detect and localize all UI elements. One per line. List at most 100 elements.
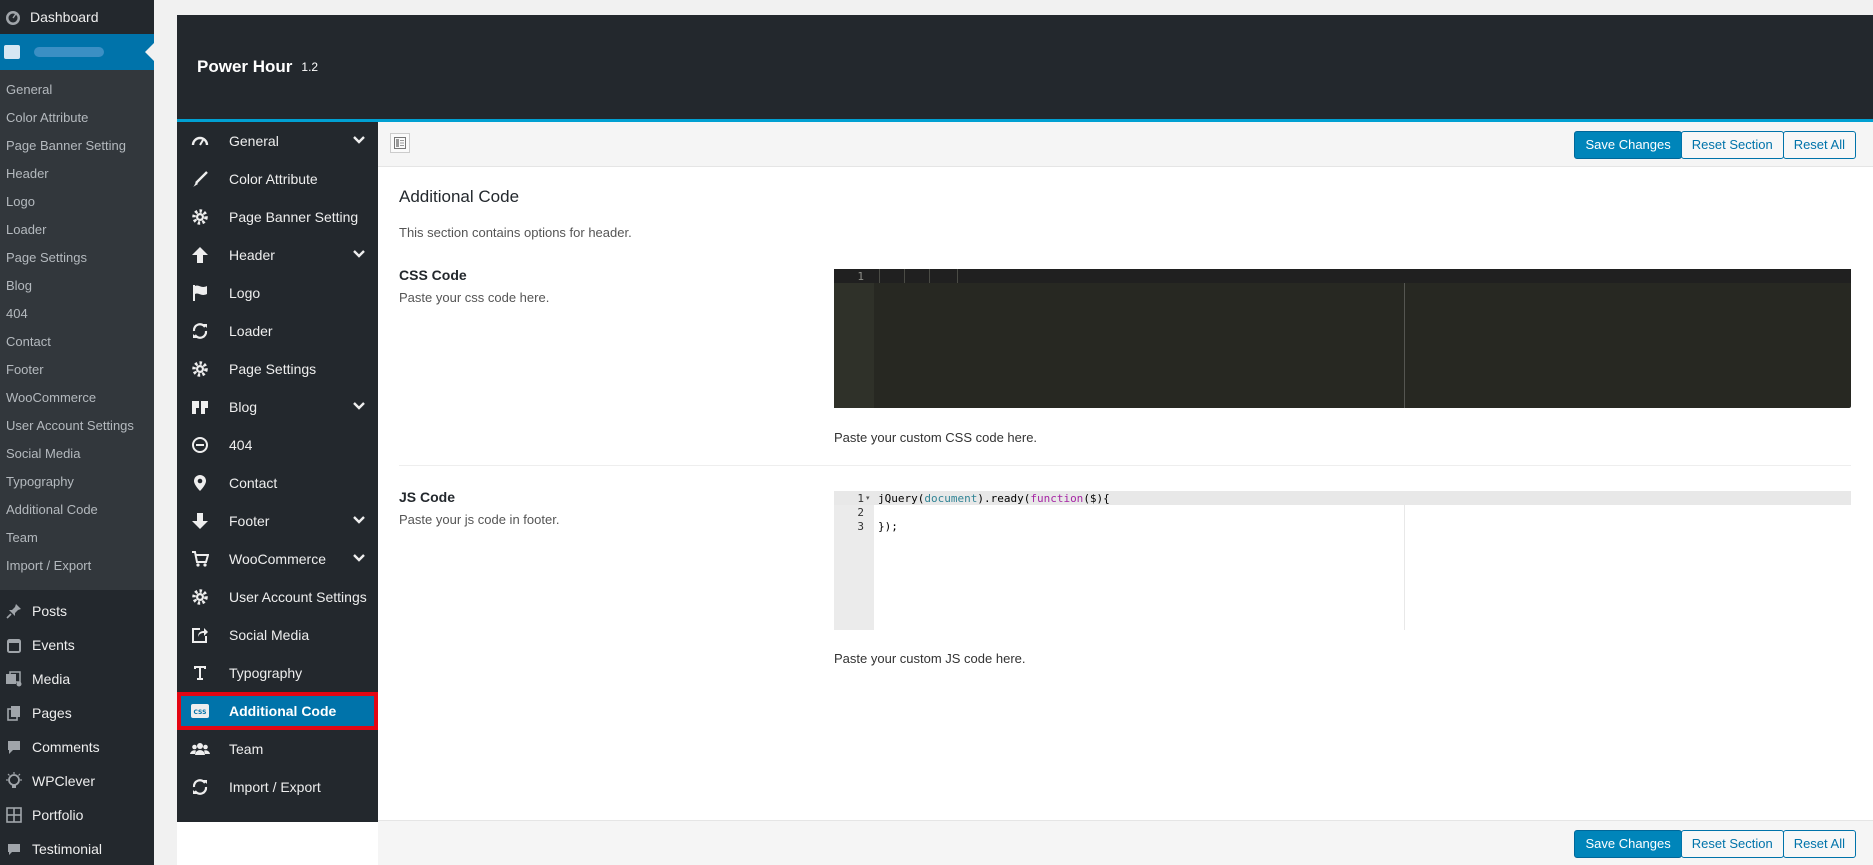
portfolio-icon: [4, 805, 24, 825]
menu-item[interactable]: Comments: [0, 730, 154, 764]
options-menu-item[interactable]: Page Settings: [177, 350, 378, 388]
options-menu-item[interactable]: Social Media: [177, 616, 378, 654]
group-icon: [189, 738, 211, 760]
options-menu-item[interactable]: Page Banner Setting: [177, 198, 378, 236]
submenu-item[interactable]: Additional Code: [0, 496, 154, 524]
indent-guide: [904, 269, 905, 283]
share-icon: [189, 624, 211, 646]
css-icon: CSS: [189, 700, 211, 722]
options-menu-item[interactable]: Header: [177, 236, 378, 274]
options-menu-item[interactable]: Logo: [177, 274, 378, 312]
options-menu-item[interactable]: WooCommerce: [177, 540, 378, 578]
menu-item[interactable]: Media: [0, 662, 154, 696]
theme-options-icon: [4, 45, 20, 59]
menu-item[interactable]: WPClever: [0, 764, 154, 798]
options-menu-item[interactable]: CSS Additional Code: [177, 692, 378, 730]
submenu-item[interactable]: Header: [0, 160, 154, 188]
chevron-down-icon[interactable]: [352, 551, 366, 568]
options-menu-item[interactable]: User Account Settings: [177, 578, 378, 616]
chevron-down-icon[interactable]: [352, 513, 366, 530]
section-additional-code: Additional Code This section contains op…: [378, 187, 1873, 666]
options-menu-item[interactable]: Team: [177, 730, 378, 768]
media-icon: [4, 669, 24, 689]
menu-item-label: Posts: [32, 603, 68, 619]
gear-icon: [189, 206, 211, 228]
menu-item-label: Pages: [32, 705, 72, 721]
options-menu-item[interactable]: Color Attribute: [177, 160, 378, 198]
options-menu-label: Contact: [229, 475, 278, 491]
submenu-item[interactable]: Logo: [0, 188, 154, 216]
options-menu-item[interactable]: 404: [177, 426, 378, 464]
quote-icon: [189, 396, 211, 418]
options-menu-label: WooCommerce: [229, 551, 326, 567]
menu-item[interactable]: Portfolio: [0, 798, 154, 832]
menu-item-label: Testimonial: [32, 841, 103, 857]
options-menu-item[interactable]: Blog: [177, 388, 378, 426]
testimonial-icon: [4, 839, 24, 859]
js-line-number: 2: [857, 506, 864, 519]
chevron-down-icon[interactable]: [352, 399, 366, 416]
reset-all-button[interactable]: Reset All: [1782, 830, 1856, 858]
menu-item-label: Comments: [32, 739, 100, 755]
reset-all-button[interactable]: Reset All: [1782, 131, 1856, 159]
submenu-item[interactable]: Import / Export: [0, 552, 154, 580]
options-menu-item[interactable]: General: [177, 122, 378, 160]
save-changes-button[interactable]: Save Changes: [1574, 131, 1682, 159]
fold-arrow-icon[interactable]: ▾: [866, 494, 870, 502]
menu-item[interactable]: Events: [0, 628, 154, 662]
js-code-line-1: jQuery(document).ready(function($){: [878, 492, 1110, 505]
comments-icon: [4, 737, 24, 757]
reset-section-button[interactable]: Reset Section: [1680, 131, 1784, 159]
chevron-down-icon[interactable]: [352, 247, 366, 264]
submenu-item[interactable]: General: [0, 76, 154, 104]
submenu-item[interactable]: Page Banner Setting: [0, 132, 154, 160]
options-menu-item[interactable]: Loader: [177, 312, 378, 350]
menu-item[interactable]: Posts: [0, 594, 154, 628]
admin-menu-items: Posts Events Media Pages Comments WPClever Por…: [0, 590, 154, 865]
reset-section-button[interactable]: Reset Section: [1680, 830, 1784, 858]
options-sidebar: General Color Attribute Page Banner Settin…: [177, 122, 378, 822]
calendar-icon: [4, 635, 24, 655]
submenu-item[interactable]: Social Media: [0, 440, 154, 468]
pin-icon: [4, 601, 24, 621]
options-menu-label: Page Settings: [229, 361, 317, 377]
menu-dashboard[interactable]: Dashboard: [0, 0, 154, 34]
js-code-editor[interactable]: 1 2 3 ▾ jQuery(document).ready(function(…: [834, 491, 1851, 630]
submenu-item[interactable]: Contact: [0, 328, 154, 356]
submenu-item[interactable]: User Account Settings: [0, 412, 154, 440]
options-menu-item[interactable]: Typography: [177, 654, 378, 692]
options-panel: Power Hour 1.2 General Color Attribute Pag…: [177, 15, 1873, 865]
section-title: Additional Code: [399, 187, 520, 206]
gear-icon: [189, 358, 211, 380]
menu-item[interactable]: Pages: [0, 696, 154, 730]
options-menu-label: Header: [229, 247, 275, 263]
admin-sidebar: Dashboard General Color Attribute Page Ban…: [0, 0, 154, 865]
submenu-item[interactable]: Team: [0, 524, 154, 552]
menu-item[interactable]: Testimonial: [0, 832, 154, 865]
submenu-item[interactable]: WooCommerce: [0, 384, 154, 412]
chevron-down-icon[interactable]: [352, 133, 366, 150]
arrow-down-icon: [189, 510, 211, 532]
submenu-item[interactable]: 404: [0, 300, 154, 328]
menu-theme-options[interactable]: [0, 34, 154, 70]
wpclever-icon: [4, 771, 24, 791]
options-menu-item[interactable]: Import / Export: [177, 768, 378, 806]
css-line-number: 1: [857, 270, 864, 283]
submenu-item[interactable]: Page Settings: [0, 244, 154, 272]
theme-options-label-blurred: [34, 47, 104, 57]
submenu-item[interactable]: Typography: [0, 468, 154, 496]
theme-options-submenu: General Color Attribute Page Banner Settin…: [0, 70, 154, 590]
submenu-item[interactable]: Blog: [0, 272, 154, 300]
minus-circle-icon: [189, 434, 211, 456]
options-menu-item[interactable]: Footer: [177, 502, 378, 540]
submenu-item[interactable]: Color Attribute: [0, 104, 154, 132]
css-code-editor[interactable]: 1: [834, 269, 1851, 408]
submenu-item[interactable]: Loader: [0, 216, 154, 244]
options-menu-item[interactable]: Contact: [177, 464, 378, 502]
expand-options-button[interactable]: [390, 133, 410, 153]
menu-item-label: Media: [32, 671, 71, 687]
submenu-item[interactable]: Footer: [0, 356, 154, 384]
dashboard-icon: [4, 8, 22, 26]
options-menu-label: Import / Export: [229, 779, 321, 795]
save-changes-button[interactable]: Save Changes: [1574, 830, 1682, 858]
